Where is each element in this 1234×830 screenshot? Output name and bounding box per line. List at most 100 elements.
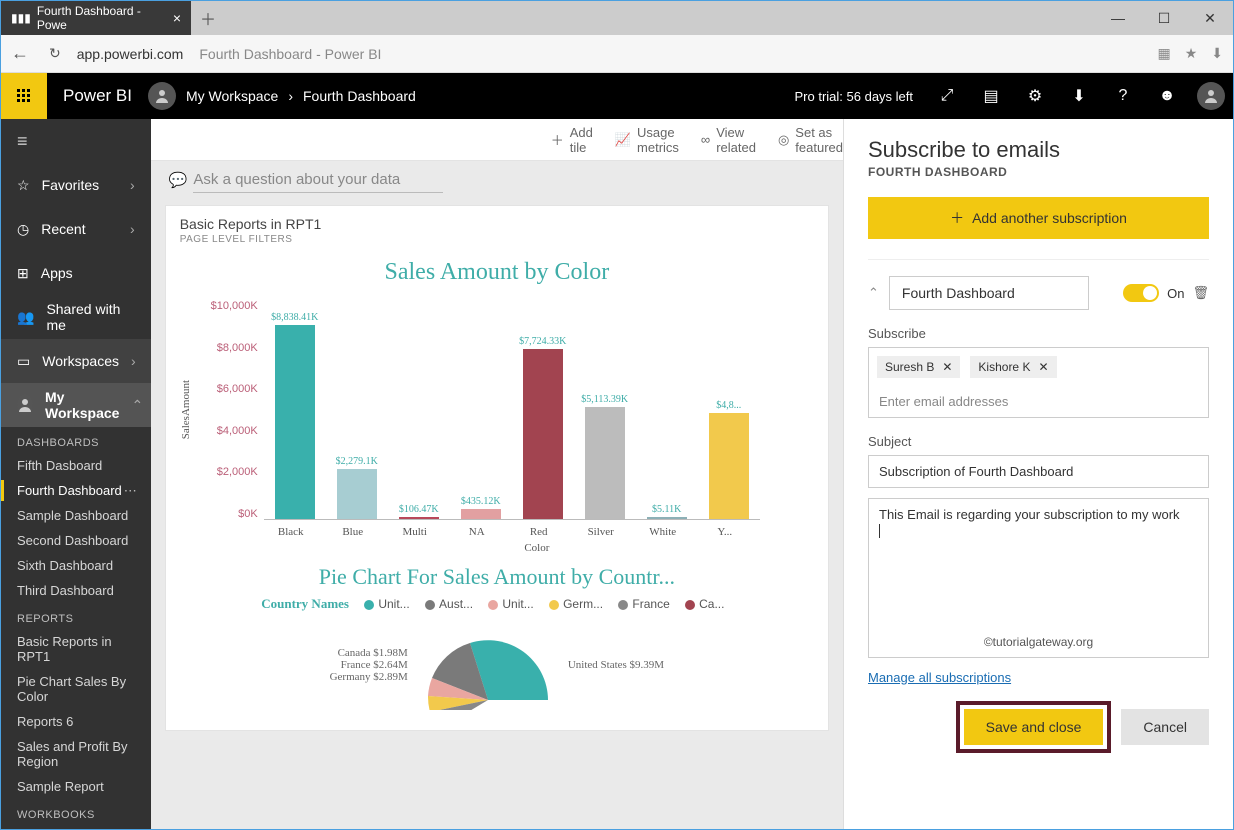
chevron-right-icon: › <box>288 88 293 104</box>
trial-label: Pro trial: 56 days left <box>795 89 926 104</box>
chevron-right-icon: › <box>130 221 135 237</box>
chat-icon: 💬 <box>169 171 188 189</box>
qna-input[interactable]: Ask a question about your data <box>193 167 443 193</box>
dashboard-item[interactable]: Second Dashboard <box>1 528 151 553</box>
email-input[interactable]: Enter email addresses <box>868 386 1209 418</box>
sidebar-item-recent[interactable]: ◷Recent› <box>1 207 151 251</box>
recipients-box[interactable]: Suresh B✕ Kishore K✕ <box>868 347 1209 386</box>
breadcrumb-dashboard[interactable]: Fourth Dashboard <box>303 88 416 104</box>
brand-label: Power BI <box>47 86 148 106</box>
bar <box>585 407 625 519</box>
pie-title: Pie Chart For Sales Amount by Countr... <box>180 564 814 590</box>
hamburger-button[interactable]: ≡ <box>1 119 151 163</box>
apps-icon: ⊞ <box>17 265 29 282</box>
close-window-button[interactable]: ✕ <box>1187 1 1233 35</box>
category-label: Red <box>508 520 570 538</box>
bar-col: $5.11K <box>636 504 698 519</box>
dashboard-item[interactable]: Sixth Dashboard <box>1 553 151 578</box>
ytick: $10,000K <box>211 300 258 312</box>
feedback-button[interactable]: ☻ <box>1145 73 1189 119</box>
bar-value-label: $7,724.33K <box>519 336 566 347</box>
set-featured-button[interactable]: ◎Set as featured <box>778 125 843 155</box>
report-item[interactable]: Sales and Profit By Region <box>1 734 151 774</box>
command-bar: ＋Add tile 📈Usage metrics ∞View related ◎… <box>151 119 843 161</box>
section-workbooks: WORKBOOKS <box>1 799 151 825</box>
close-tab-icon[interactable]: × <box>173 10 181 26</box>
bar-value-label: $5.11K <box>652 504 681 515</box>
label: Favorites <box>42 177 100 193</box>
cancel-button[interactable]: Cancel <box>1121 709 1209 745</box>
breadcrumb-workspace[interactable]: My Workspace <box>186 88 278 104</box>
fullscreen-button[interactable]: ⤢ <box>925 73 969 119</box>
more-icon[interactable]: ⋯ <box>124 483 137 499</box>
lock-icon: ▦ <box>1157 45 1170 62</box>
field-label-subject: Subject <box>868 434 1209 449</box>
sidebar-item-shared[interactable]: 👥Shared with me <box>1 295 151 339</box>
category-label: Blue <box>322 520 384 538</box>
back-button[interactable]: ← <box>11 43 29 64</box>
add-tile-button[interactable]: ＋Add tile <box>551 125 593 155</box>
dashboard-item[interactable]: Fifth Dasboard <box>1 453 151 478</box>
qna-bar[interactable]: 💬 Ask a question about your data <box>151 161 843 199</box>
minimize-button[interactable]: ― <box>1095 1 1141 35</box>
maximize-button[interactable]: ☐ <box>1141 1 1187 35</box>
new-tab-button[interactable]: ＋ <box>191 1 225 35</box>
subscription-name-input[interactable]: Fourth Dashboard <box>889 276 1089 310</box>
label: View related <box>716 125 756 155</box>
usage-metrics-button[interactable]: 📈Usage metrics <box>615 125 679 155</box>
report-item[interactable]: Pie Chart Sales By Color <box>1 669 151 709</box>
manage-subscriptions-link[interactable]: Manage all subscriptions <box>868 670 1209 685</box>
view-related-button[interactable]: ∞View related <box>701 125 756 155</box>
on-toggle[interactable] <box>1123 284 1159 302</box>
dashboard-item[interactable]: Third Dashboard <box>1 578 151 603</box>
sidebar-item-apps[interactable]: ⊞ Apps <box>1 251 151 295</box>
app-launcher-button[interactable] <box>1 73 47 119</box>
main-area: ＋Add tile 📈Usage metrics ∞View related ◎… <box>151 119 1233 829</box>
user-icon <box>17 394 33 416</box>
download-button[interactable]: ⬇ <box>1057 73 1101 119</box>
y-axis-label: SalesAmount <box>180 380 192 439</box>
favorite-icon[interactable]: ★ <box>1185 45 1198 62</box>
sidebar-item-my-workspace[interactable]: My Workspace⌃ <box>1 383 151 427</box>
label: Suresh B <box>885 360 934 374</box>
bar-value-label: $4,8... <box>716 400 741 411</box>
legend-item: Unit... <box>481 597 534 611</box>
remove-icon[interactable]: ✕ <box>1038 360 1048 374</box>
body-textarea[interactable]: This Email is regarding your subscriptio… <box>868 498 1209 658</box>
dashboard-item-active[interactable]: Fourth Dashboard⋯ <box>1 478 151 503</box>
report-item[interactable]: Basic Reports in RPT1 <box>1 629 151 669</box>
user-avatar-icon[interactable] <box>148 82 176 110</box>
chart-title: Sales Amount by Color <box>180 259 814 286</box>
bar <box>523 349 563 519</box>
settings-button[interactable]: ⚙ <box>1013 73 1057 119</box>
label: Add tile <box>570 125 593 155</box>
dashboard-item[interactable]: Sample Dashboard <box>1 503 151 528</box>
remove-icon[interactable]: ✕ <box>942 360 952 374</box>
help-button[interactable]: ? <box>1101 73 1145 119</box>
section-dashboards: DASHBOARDS <box>1 427 151 453</box>
url-host[interactable]: app.powerbi.com <box>77 46 184 62</box>
collapse-button[interactable]: ⌃ <box>868 285 879 301</box>
sidebar-item-workspaces[interactable]: ▭Workspaces› <box>1 339 151 383</box>
subscribe-panel: Subscribe to emails FOURTH DASHBOARD ＋Ad… <box>843 119 1233 829</box>
report-item[interactable]: Reports 6 <box>1 709 151 734</box>
chevron-up-icon: ⌃ <box>131 397 143 414</box>
delete-icon[interactable]: 🗑 <box>1192 285 1209 301</box>
account-button[interactable] <box>1189 73 1233 119</box>
label: Apps <box>41 265 73 281</box>
subject-input[interactable]: Subscription of Fourth Dashboard <box>868 455 1209 488</box>
waffle-icon <box>16 88 32 104</box>
tab-title: Fourth Dashboard - Powe <box>37 4 167 32</box>
browser-tab[interactable]: ▮▮▮ Fourth Dashboard - Powe × <box>1 1 191 35</box>
sidebar-item-favorites[interactable]: ☆Favorites› <box>1 163 151 207</box>
url-title: Fourth Dashboard - Power BI <box>199 46 381 62</box>
report-item[interactable]: Sample Report <box>1 774 151 799</box>
refresh-button[interactable]: ↻ <box>49 45 61 62</box>
save-and-close-button[interactable]: Save and close <box>964 709 1104 745</box>
download-icon[interactable]: ⬇ <box>1211 45 1223 62</box>
notifications-button[interactable]: ▤ <box>969 73 1013 119</box>
panel-title: Subscribe to emails <box>868 137 1209 163</box>
legend-title: Country Names <box>261 596 349 611</box>
ytick: $4,000K <box>217 425 258 437</box>
add-subscription-button[interactable]: ＋Add another subscription <box>868 197 1209 239</box>
